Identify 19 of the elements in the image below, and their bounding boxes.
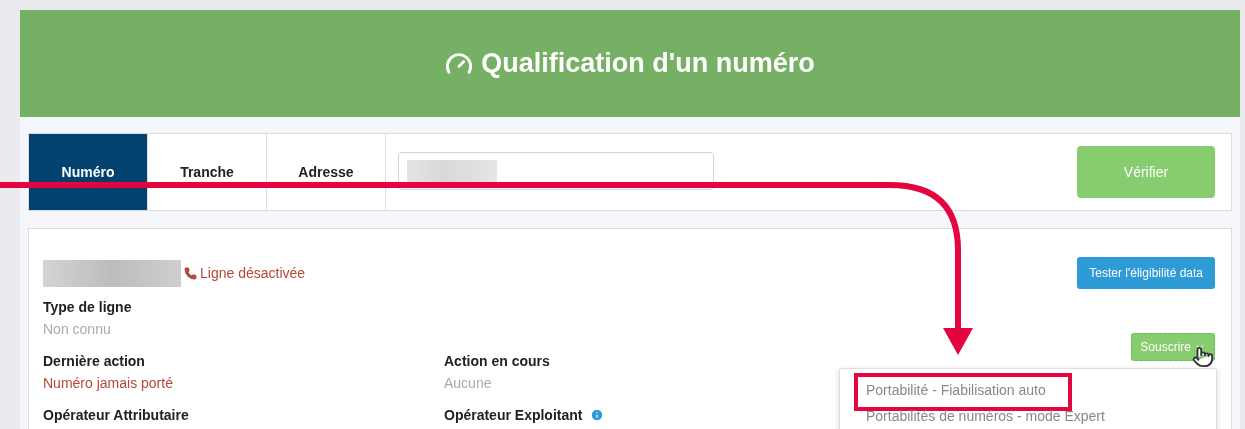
- field-value: Aucune: [444, 375, 492, 391]
- page-title: Qualification d'un numéro: [481, 48, 815, 79]
- field-value: Non connu: [43, 321, 111, 337]
- verify-button[interactable]: Vérifier: [1077, 146, 1215, 198]
- info-icon[interactable]: [590, 408, 605, 422]
- field-label: Action en cours: [444, 353, 550, 369]
- eligibility-button[interactable]: Tester l'éligibilité data: [1077, 257, 1215, 289]
- field-label: Opérateur Exploitant: [444, 407, 583, 423]
- field-label: Dernière action: [43, 353, 145, 369]
- menu-item[interactable]: Portabilités de numéros - mode Expert: [840, 403, 1216, 429]
- field-label: Type de ligne: [43, 299, 132, 315]
- subscribe-button[interactable]: Souscrire: [1131, 333, 1215, 361]
- line-status: Ligne désactivée: [200, 265, 306, 281]
- menu-item[interactable]: Portabilité - Fiabilisation auto: [840, 377, 1216, 403]
- field-value: Numéro jamais porté: [43, 375, 173, 391]
- phone-icon: [184, 266, 197, 280]
- tab[interactable]: Numéro: [29, 134, 148, 210]
- field-label: Opérateur Attributaire: [43, 407, 189, 423]
- number-input-field[interactable]: [398, 152, 714, 190]
